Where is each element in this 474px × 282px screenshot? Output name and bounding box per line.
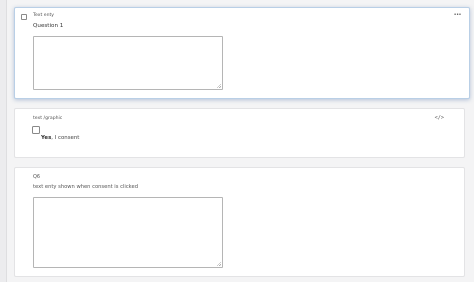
text-entry-answer-box[interactable] [33,197,223,268]
question-number-label: Q6 [33,174,41,180]
question-card-q6[interactable]: Q6 text enty shown when consent is click… [14,167,465,277]
editor-left-rule [0,0,7,282]
resize-handle-icon[interactable] [217,262,221,266]
question-card-q1[interactable]: Text enty ••• Question 1 [14,7,470,99]
text-graphic-card[interactable]: text /graphic </> Yes, I consent [14,108,465,158]
text-entry-answer-box[interactable] [33,36,223,90]
question-type-label: Text enty [33,13,55,18]
consent-label-rest: , I consent [51,134,80,141]
select-question-checkbox[interactable] [21,14,27,20]
code-icon[interactable]: </> [435,115,444,121]
consent-label: Yes, I consent [41,135,79,141]
question-text[interactable]: text enty shown when consent is clicked [33,184,138,190]
consent-label-bold: Yes [41,134,52,141]
more-options-icon[interactable]: ••• [454,12,462,18]
question-text[interactable]: Question 1 [33,23,63,29]
consent-checkbox[interactable] [32,126,40,134]
resize-handle-icon[interactable] [217,84,221,88]
block-type-label: text /graphic [33,116,63,121]
